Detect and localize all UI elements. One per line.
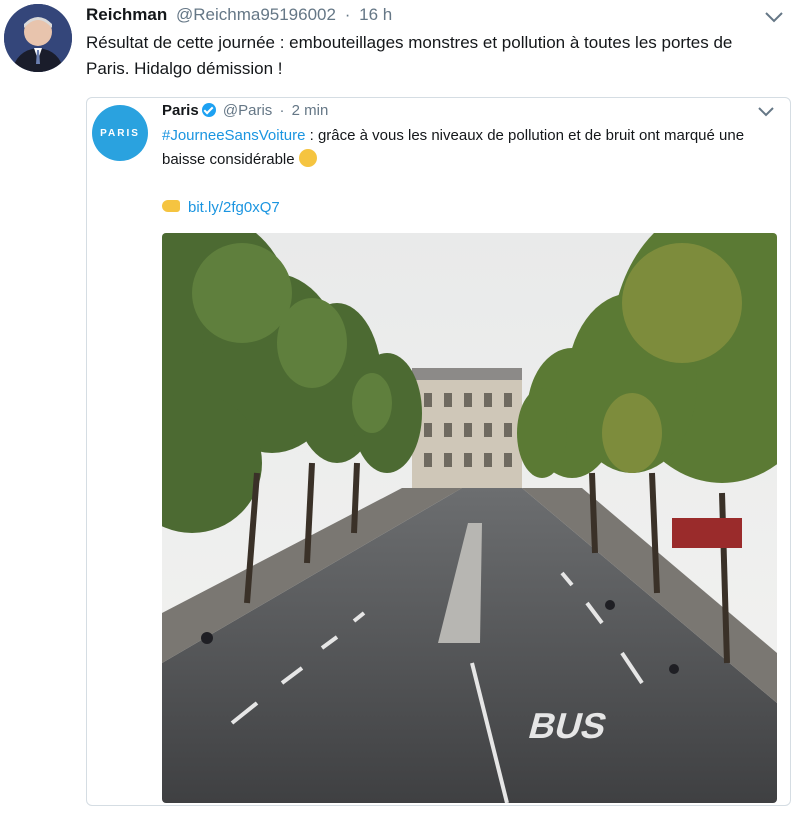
quoted-tweet-header: Paris @Paris · 2 min — [162, 101, 328, 121]
svg-text:BUS: BUS — [525, 706, 612, 746]
quoted-tweet-time[interactable]: 2 min — [292, 102, 329, 119]
quoted-author-handle[interactable]: @Paris — [223, 102, 272, 119]
separator-dot: · — [279, 102, 285, 119]
clapping-hands-emoji — [298, 149, 317, 167]
tweet-text: Résultat de cette journée : embouteillag… — [86, 33, 733, 78]
chevron-down-icon[interactable] — [756, 104, 776, 120]
quoted-author-avatar[interactable]: PARIS — [92, 105, 148, 161]
verified-badge-icon — [201, 103, 216, 117]
separator-dot: · — [344, 5, 351, 24]
author-name[interactable]: Reichman — [86, 5, 167, 24]
tweet-time[interactable]: 16 h — [359, 5, 392, 24]
quoted-tweet-text: #JourneeSansVoiture : grâce à vous les n… — [162, 124, 762, 172]
author-handle[interactable]: @Reichma95196002 — [176, 5, 336, 24]
chevron-down-icon[interactable] — [762, 8, 786, 26]
quoted-author-name[interactable]: Paris — [162, 102, 199, 119]
author-avatar[interactable] — [4, 4, 72, 72]
quoted-link-row: bit.ly/2fg0xQ7 — [162, 197, 280, 219]
short-link[interactable]: bit.ly/2fg0xQ7 — [188, 199, 280, 216]
street-photo[interactable]: BUS — [162, 233, 777, 803]
pointing-hand-emoji — [162, 200, 180, 212]
quoted-tweet-card[interactable]: PARIS Paris @Paris · 2 min #JourneeSansV… — [86, 97, 791, 806]
hashtag-link[interactable]: #JourneeSansVoiture — [162, 127, 305, 144]
tweet-header: Reichman @Reichma95196002 · 16 h — [86, 4, 392, 26]
